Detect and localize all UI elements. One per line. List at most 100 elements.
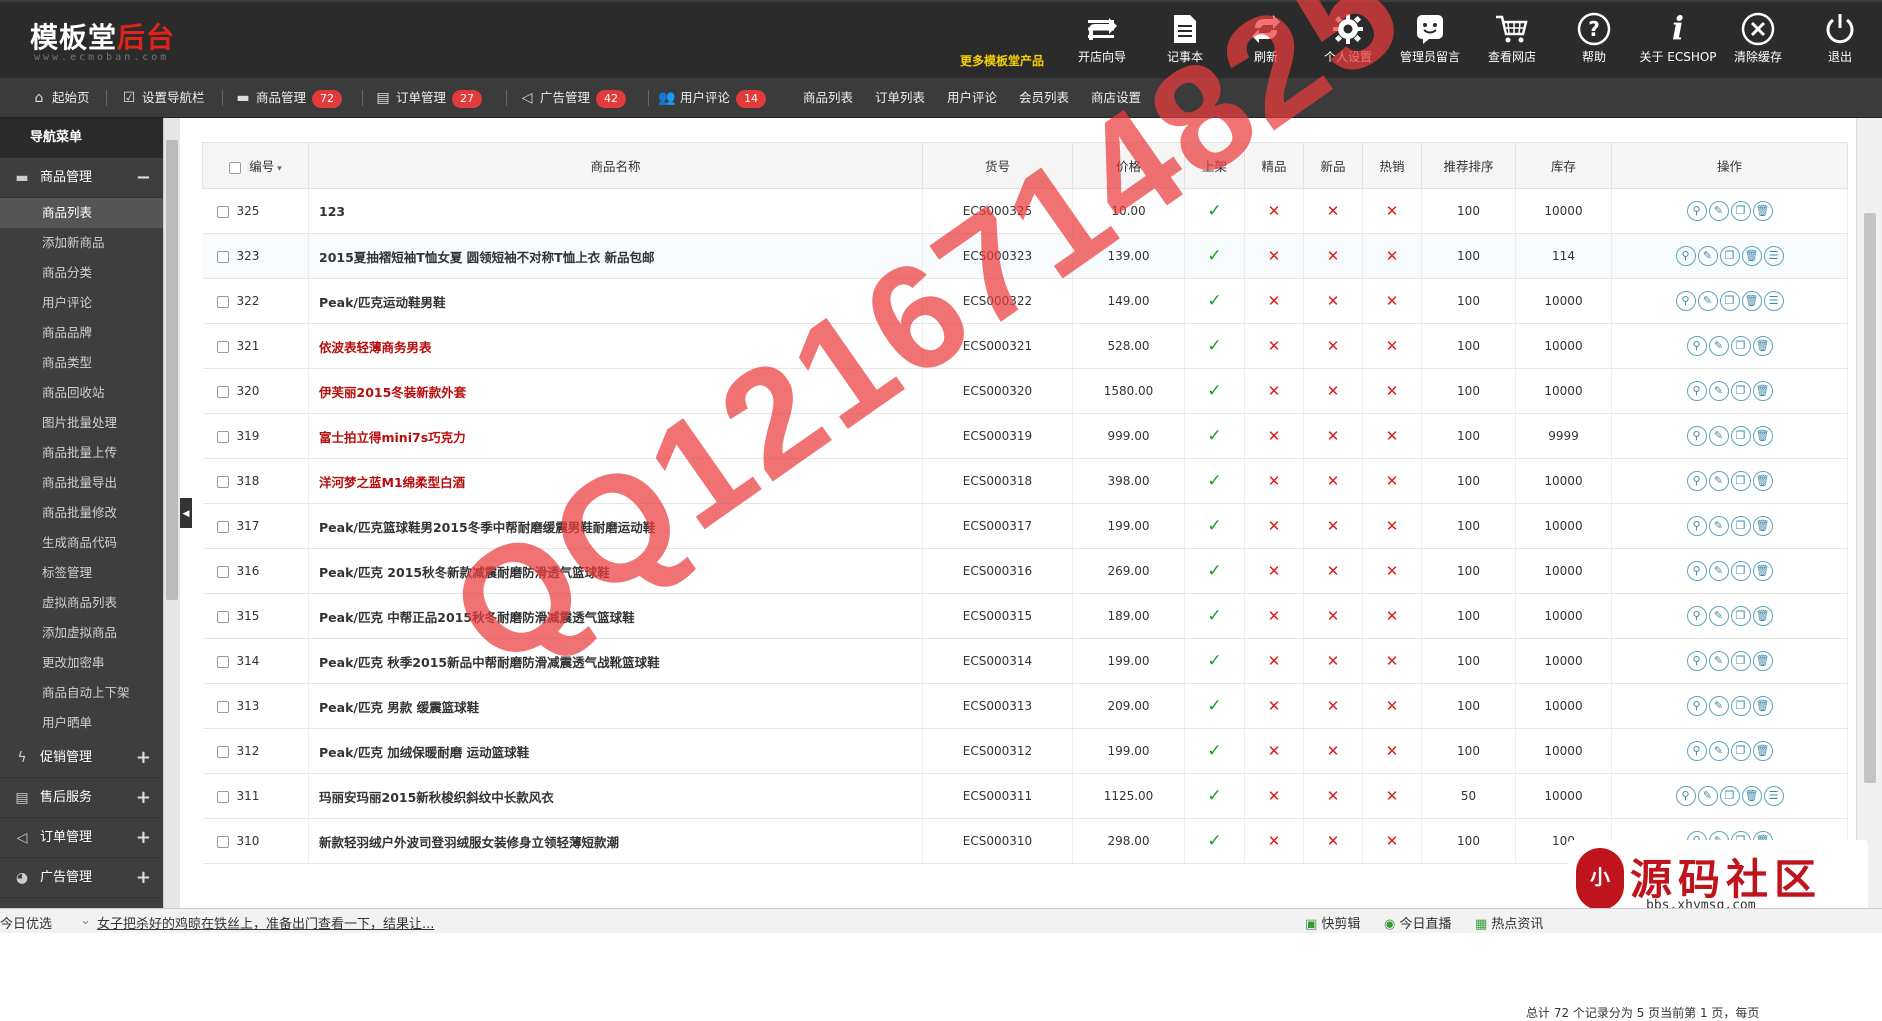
status-live[interactable]: ◉ 今日直播 [1384, 913, 1452, 932]
nav-member-list[interactable]: 会员列表 [1019, 78, 1069, 118]
on-sale-toggle[interactable]: ✓ [1184, 818, 1245, 864]
new-toggle[interactable]: ✕ [1303, 188, 1363, 234]
copy-icon[interactable]: ❐ [1730, 426, 1751, 446]
stock[interactable]: 10000 [1515, 638, 1612, 684]
goods-sn[interactable]: ECS000310 [922, 818, 1073, 864]
stock[interactable]: 10000 [1515, 593, 1612, 639]
sort-order[interactable]: 100 [1421, 368, 1516, 414]
sidebar-subitem[interactable]: 用户评论 [0, 288, 163, 318]
list-icon[interactable]: ☰ [1763, 291, 1784, 311]
edit-icon[interactable]: ✎ [1697, 786, 1718, 806]
goods-name[interactable]: 伊芙丽2015冬装新款外套 [308, 368, 923, 414]
view-icon[interactable]: ⚲ [1686, 516, 1707, 536]
goods-name[interactable]: Peak/匹克运动鞋男鞋 [308, 278, 923, 324]
personal-settings-button[interactable]: 个人设置 [1308, 10, 1388, 65]
new-toggle[interactable]: ✕ [1303, 458, 1363, 504]
view-icon[interactable]: ⚲ [1686, 561, 1707, 581]
row-checkbox[interactable] [216, 520, 229, 533]
new-toggle[interactable]: ✕ [1303, 773, 1363, 819]
goods-price[interactable]: 298.00 [1072, 818, 1185, 864]
row-checkbox[interactable] [216, 700, 229, 713]
on-sale-toggle[interactable]: ✓ [1184, 728, 1245, 774]
delete-icon[interactable]: 🗑 [1752, 336, 1773, 356]
goods-name[interactable]: 洋河梦之蓝M1绵柔型白酒 [308, 458, 923, 504]
stock[interactable]: 10000 [1515, 728, 1612, 774]
row-checkbox[interactable] [216, 790, 229, 803]
copy-icon[interactable]: ❐ [1719, 246, 1740, 266]
hot-toggle[interactable]: ✕ [1362, 638, 1422, 684]
main-scrollbar[interactable] [1856, 118, 1882, 908]
on-sale-toggle[interactable]: ✓ [1184, 278, 1245, 324]
goods-price[interactable]: 528.00 [1072, 323, 1185, 369]
sidebar-subitem[interactable]: 添加新商品 [0, 228, 163, 258]
nav-set-navbar[interactable]: ☑ 设置导航栏 [120, 78, 205, 118]
edit-icon[interactable]: ✎ [1708, 201, 1729, 221]
nav-order-list[interactable]: 订单列表 [875, 78, 925, 118]
view-icon[interactable]: ⚲ [1686, 471, 1707, 491]
hot-toggle[interactable]: ✕ [1362, 818, 1422, 864]
sidebar-subitem[interactable]: 图片批量处理 [0, 408, 163, 438]
hot-toggle[interactable]: ✕ [1362, 548, 1422, 594]
sidebar-subitem[interactable]: 生成商品代码 [0, 528, 163, 558]
delete-icon[interactable]: 🗑 [1752, 471, 1773, 491]
best-toggle[interactable]: ✕ [1244, 458, 1304, 504]
nav-user-comments-link[interactable]: 用户评论 [947, 78, 997, 118]
goods-price[interactable]: 199.00 [1072, 638, 1185, 684]
stock[interactable]: 114 [1515, 233, 1612, 279]
best-toggle[interactable]: ✕ [1244, 728, 1304, 774]
row-checkbox[interactable] [216, 565, 229, 578]
goods-sn[interactable]: ECS000317 [922, 503, 1073, 549]
copy-icon[interactable]: ❐ [1730, 651, 1751, 671]
best-toggle[interactable]: ✕ [1244, 593, 1304, 639]
row-checkbox[interactable] [216, 430, 229, 443]
edit-icon[interactable]: ✎ [1697, 246, 1718, 266]
delete-icon[interactable]: 🗑 [1752, 741, 1773, 761]
sort-order[interactable]: 100 [1421, 188, 1516, 234]
on-sale-toggle[interactable]: ✓ [1184, 548, 1245, 594]
edit-icon[interactable]: ✎ [1708, 741, 1729, 761]
view-icon[interactable]: ⚲ [1675, 246, 1696, 266]
goods-price[interactable]: 189.00 [1072, 593, 1185, 639]
goods-sn[interactable]: ECS000313 [922, 683, 1073, 729]
hot-toggle[interactable]: ✕ [1362, 458, 1422, 504]
row-checkbox[interactable] [216, 655, 229, 668]
sort-order[interactable]: 100 [1421, 818, 1516, 864]
delete-icon[interactable]: 🗑 [1752, 696, 1773, 716]
goods-price[interactable]: 139.00 [1072, 233, 1185, 279]
notepad-button[interactable]: 记事本 [1145, 10, 1225, 65]
main-scroll-thumb[interactable] [1864, 213, 1876, 783]
hot-toggle[interactable]: ✕ [1362, 773, 1422, 819]
goods-price[interactable]: 269.00 [1072, 548, 1185, 594]
goods-name[interactable]: Peak/匹克 2015秋冬新款减震耐磨防滑透气篮球鞋 [308, 548, 923, 594]
best-toggle[interactable]: ✕ [1244, 683, 1304, 729]
goods-price[interactable]: 398.00 [1072, 458, 1185, 504]
nav-shop-settings[interactable]: 商店设置 [1091, 78, 1141, 118]
hot-toggle[interactable]: ✕ [1362, 683, 1422, 729]
nav-goods-list[interactable]: 商品列表 [803, 78, 853, 118]
hot-toggle[interactable]: ✕ [1362, 323, 1422, 369]
view-shop-button[interactable]: 查看网店 [1472, 10, 1552, 65]
best-toggle[interactable]: ✕ [1244, 548, 1304, 594]
edit-icon[interactable]: ✎ [1708, 381, 1729, 401]
goods-sn[interactable]: ECS000312 [922, 728, 1073, 774]
edit-icon[interactable]: ✎ [1708, 516, 1729, 536]
logout-button[interactable]: 退出 [1800, 10, 1880, 65]
sidebar-section-orders[interactable]: ◁ 订单管理 + [0, 818, 163, 858]
goods-price[interactable]: 199.00 [1072, 728, 1185, 774]
new-toggle[interactable]: ✕ [1303, 323, 1363, 369]
stock[interactable]: 10000 [1515, 683, 1612, 729]
delete-icon[interactable]: 🗑 [1752, 381, 1773, 401]
sort-order[interactable]: 100 [1421, 593, 1516, 639]
view-icon[interactable]: ⚲ [1686, 201, 1707, 221]
row-checkbox[interactable] [216, 295, 229, 308]
copy-icon[interactable]: ❐ [1730, 381, 1751, 401]
sidebar-subitem[interactable]: 标签管理 [0, 558, 163, 588]
best-toggle[interactable]: ✕ [1244, 773, 1304, 819]
delete-icon[interactable]: 🗑 [1752, 426, 1773, 446]
goods-price[interactable]: 199.00 [1072, 503, 1185, 549]
goods-name[interactable]: Peak/匹克 加绒保暖耐磨 运动篮球鞋 [308, 728, 923, 774]
goods-name[interactable]: 依波表轻薄商务男表 [308, 323, 923, 369]
best-toggle[interactable]: ✕ [1244, 368, 1304, 414]
view-icon[interactable]: ⚲ [1675, 291, 1696, 311]
status-quick-edit[interactable]: ▣ 快剪辑 [1305, 913, 1360, 932]
